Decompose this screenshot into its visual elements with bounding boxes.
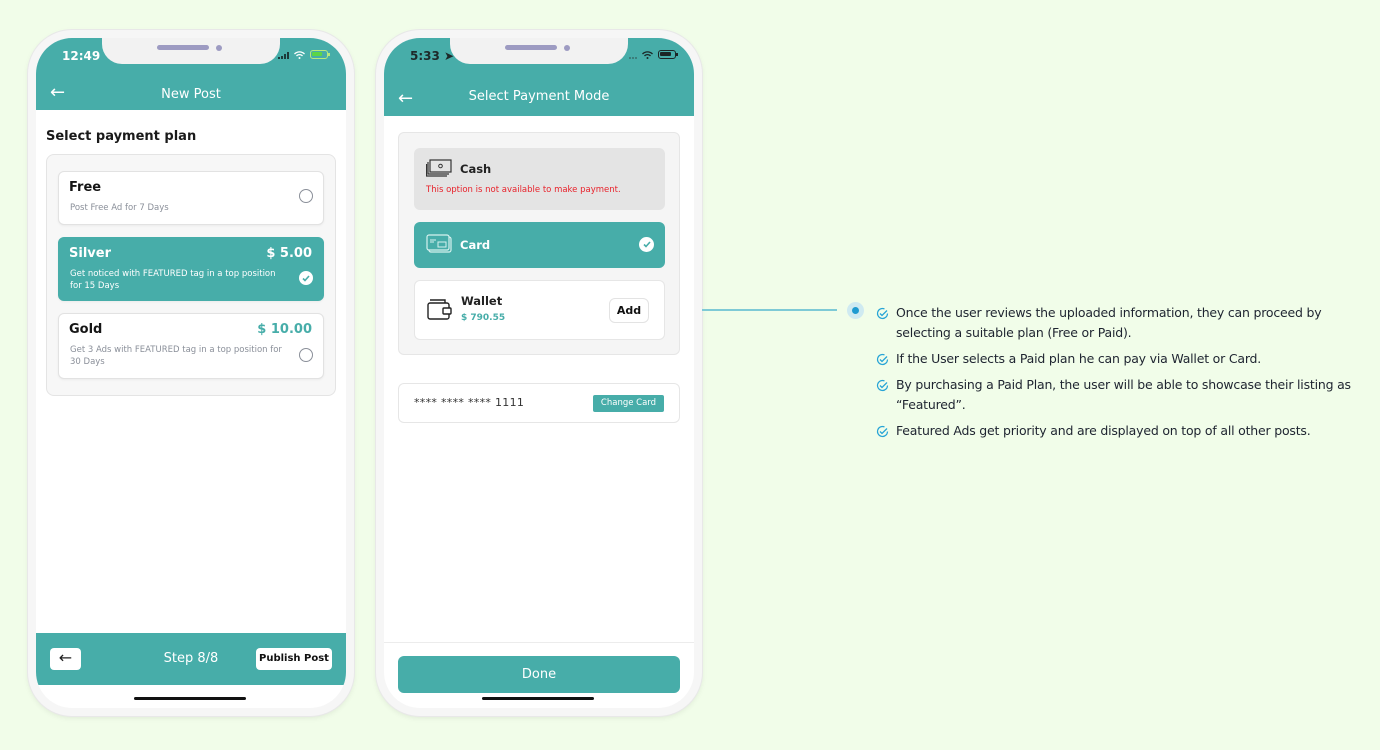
step-footer: ← Step 8/8 Publish Post bbox=[36, 633, 346, 685]
masked-card-number: **** **** **** 1111 bbox=[414, 396, 525, 409]
notch bbox=[102, 38, 280, 64]
add-funds-button[interactable]: Add bbox=[609, 298, 649, 323]
section-heading: Select payment plan bbox=[46, 129, 197, 144]
screen-new-post: 12:49 ← New Post Select payment plan Fre… bbox=[36, 38, 346, 708]
mode-wallet[interactable]: Wallet $ 790.55 Add bbox=[414, 280, 665, 340]
plan-name: Gold bbox=[69, 322, 103, 337]
note-item: By purchasing a Paid Plan, the user will… bbox=[876, 375, 1366, 415]
phone-payment-mode: 5:33 ➤ ← Select Payment Mode Cash This o… bbox=[376, 30, 702, 716]
plan-description: Get 3 Ads with FEATURED tag in a top pos… bbox=[70, 345, 282, 367]
wallet-icon bbox=[427, 297, 453, 325]
check-circle-icon bbox=[876, 424, 889, 444]
wallet-balance: $ 790.55 bbox=[461, 313, 506, 323]
app-bar: ← New Post bbox=[36, 80, 346, 110]
mode-label: Wallet bbox=[461, 294, 503, 308]
status-time: 12:49 bbox=[62, 49, 101, 63]
battery-icon bbox=[658, 50, 678, 59]
radio-empty-icon[interactable] bbox=[299, 348, 313, 362]
cash-icon bbox=[425, 159, 452, 181]
app-bar: ← Select Payment Mode bbox=[384, 80, 694, 116]
plan-name: Silver bbox=[69, 246, 111, 261]
screen-payment-mode: 5:33 ➤ ← Select Payment Mode Cash This o… bbox=[384, 38, 694, 708]
note-item: Featured Ads get priority and are displa… bbox=[876, 421, 1366, 441]
plan-description: Post Free Ad for 7 Days bbox=[70, 203, 169, 213]
page-title: Select Payment Mode bbox=[468, 89, 610, 104]
check-circle-icon[interactable] bbox=[299, 271, 313, 285]
done-button[interactable]: Done bbox=[398, 656, 680, 693]
saved-card-row: **** **** **** 1111 Change Card bbox=[398, 383, 680, 423]
home-indicator bbox=[134, 697, 246, 700]
signal-icon bbox=[278, 51, 289, 59]
radio-empty-icon[interactable] bbox=[299, 189, 313, 203]
mode-cash[interactable]: Cash This option is not available to mak… bbox=[414, 148, 665, 210]
connector-line bbox=[702, 309, 837, 311]
plan-gold[interactable]: Gold $ 10.00 Get 3 Ads with FEATURED tag… bbox=[58, 313, 324, 379]
note-item: If the User selects a Paid plan he can p… bbox=[876, 349, 1366, 369]
notch bbox=[450, 38, 628, 64]
publish-post-button[interactable]: Publish Post bbox=[256, 648, 332, 670]
plan-silver[interactable]: Silver $ 5.00 Get noticed with FEATURED … bbox=[58, 237, 324, 301]
note-item: Once the user reviews the uploaded infor… bbox=[876, 303, 1366, 343]
mode-label: Card bbox=[460, 238, 491, 252]
payment-modes-container: Cash This option is not available to mak… bbox=[398, 132, 680, 355]
annotation-dot-icon bbox=[847, 302, 864, 319]
check-circle-icon bbox=[876, 306, 889, 326]
phone-new-post: 12:49 ← New Post Select payment plan Fre… bbox=[28, 30, 354, 716]
home-indicator bbox=[482, 697, 594, 700]
mode-label: Cash bbox=[460, 162, 492, 176]
page-title: New Post bbox=[161, 87, 221, 102]
plan-description: Get noticed with FEATURED tag in a top p… bbox=[70, 269, 276, 291]
check-circle-icon bbox=[639, 237, 654, 252]
change-card-button[interactable]: Change Card bbox=[593, 395, 664, 412]
check-circle-icon bbox=[876, 378, 889, 398]
plan-price: $ 10.00 bbox=[257, 322, 312, 337]
plan-price: $ 5.00 bbox=[266, 246, 312, 261]
unavailable-warning: This option is not available to make pay… bbox=[426, 185, 621, 195]
annotation-notes: Once the user reviews the uploaded infor… bbox=[876, 303, 1366, 447]
wifi-icon bbox=[642, 50, 653, 59]
signal-icon bbox=[629, 51, 637, 59]
credit-card-icon bbox=[426, 234, 452, 258]
battery-icon bbox=[310, 50, 330, 59]
wifi-icon bbox=[294, 50, 305, 59]
plan-name: Free bbox=[69, 180, 102, 195]
check-circle-icon bbox=[876, 352, 889, 372]
plans-container: Free Post Free Ad for 7 Days Silver $ 5.… bbox=[46, 154, 336, 396]
plan-free[interactable]: Free Post Free Ad for 7 Days bbox=[58, 171, 324, 225]
status-time: 5:33 ➤ bbox=[410, 49, 455, 63]
mode-card[interactable]: Card bbox=[414, 222, 665, 268]
divider bbox=[384, 642, 694, 643]
